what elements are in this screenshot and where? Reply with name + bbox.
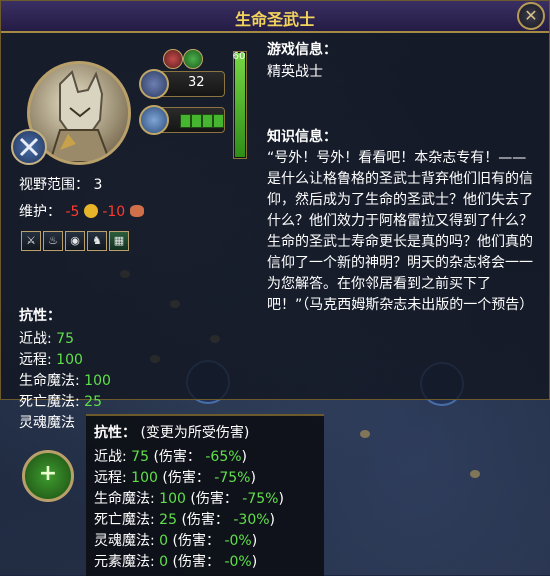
map-settlement (360, 430, 370, 438)
tooltip-damage-value: -75% (214, 470, 251, 486)
tooltip-damage-value: -75% (242, 491, 279, 507)
tooltip-damage-value: -30% (233, 512, 270, 528)
tooltip-resist-row: 死亡魔法: 25 (伤害： -30%) (94, 509, 275, 529)
ability-grid-icon[interactable]: ▦ (109, 231, 129, 251)
unit-name-title: 生命圣武士 (234, 12, 315, 29)
defense-pip (191, 114, 202, 128)
resist-row: 生命魔法: 100 (19, 370, 111, 390)
ability-eye-icon[interactable]: ◉ (65, 231, 85, 251)
tooltip-close-paren: ) (241, 449, 248, 465)
food-icon (129, 205, 144, 217)
tooltip-resist-value: 25 (159, 512, 177, 528)
shield-icon (139, 105, 169, 135)
trait-leaf-icon[interactable] (183, 49, 203, 69)
view-range-value: 3 (93, 177, 103, 193)
tooltip-resist-name: 死亡魔法: (94, 512, 160, 528)
tooltip-damage-value: -65% (205, 449, 242, 465)
tooltip-damage-label: (伤害： (168, 554, 225, 570)
tooltip-damage-value: -0% (224, 554, 252, 570)
tooltip-resist-row: 近战: 75 (伤害： -65%) (94, 446, 247, 466)
resist-name: 灵魂魔法 (19, 415, 75, 431)
gold-coin-icon (83, 204, 98, 218)
tooltip-resist-value: 100 (159, 491, 186, 507)
lore-heading: 知识信息： (267, 129, 337, 145)
game-info-value: 精英战士 (267, 64, 323, 80)
resist-row: 远程: 100 (19, 349, 83, 369)
tooltip-resist-value: 100 (131, 470, 158, 486)
tooltip-heading: 抗性： (94, 425, 136, 441)
upkeep-food-value: -10 (102, 204, 126, 220)
tooltip-damage-label: (伤害： (168, 533, 225, 549)
tooltip-damage-label: (伤害： (185, 491, 243, 507)
tooltip-resist-row: 生命魔法: 100 (伤害： -75%) (94, 488, 284, 508)
title-bar: 生命圣武士 ✕ (1, 1, 549, 33)
tooltip-subheading: (变更为所受伤害) (140, 425, 250, 441)
tooltip-damage-label: (伤害： (149, 449, 206, 465)
defense-pip (180, 114, 191, 128)
tooltip-damage-label: (伤害： (157, 470, 215, 486)
ability-beast-icon[interactable]: ♞ (87, 231, 107, 251)
view-range: 视野范围： 3 (19, 174, 102, 194)
resist-value: 100 (84, 373, 111, 389)
tooltip-close-paren: ) (278, 491, 284, 507)
tooltip-resist-name: 远程: (94, 470, 132, 486)
resist-name: 近战: (19, 331, 57, 347)
game-info-heading: 游戏信息： (267, 42, 337, 58)
tooltip-resist-name: 灵魂魔法: (94, 533, 160, 549)
heal-button[interactable]: + (22, 450, 74, 502)
trait-skull-icon[interactable] (163, 49, 183, 69)
view-range-label: 视野范围： (19, 177, 89, 193)
plus-icon: + (38, 461, 58, 486)
tooltip-resist-value: 75 (131, 449, 149, 465)
tooltip-close-paren: ) (250, 470, 256, 486)
ability-flame-icon[interactable]: ♨ (43, 231, 63, 251)
resist-row: 灵魂魔法 (19, 412, 75, 432)
resist-value: 25 (84, 394, 102, 410)
tooltip-resist-value: 0 (159, 533, 169, 549)
experience-bar (233, 51, 247, 159)
experience-fill (235, 53, 245, 157)
resist-heading: 抗性： (19, 308, 61, 324)
sword-icon (139, 69, 169, 99)
map-settlement (470, 470, 480, 478)
upkeep-gold-value: -5 (65, 204, 80, 220)
tooltip-resist-name: 元素魔法: (94, 554, 160, 570)
resist-value: 100 (56, 352, 83, 368)
tooltip-header: 抗性： (变更为所受伤害) (94, 422, 249, 442)
tooltip-close-paren: ) (251, 533, 258, 549)
tooltip-damage-label: (伤害： (177, 512, 234, 528)
resistance-tooltip: 抗性： (变更为所受伤害) 近战: 75 (伤害： -65%) 远程: 100 (… (86, 414, 324, 576)
resist-name: 远程: (19, 352, 57, 368)
resist-row: 死亡魔法: 25 (19, 391, 102, 411)
tooltip-damage-value: -0% (224, 533, 252, 549)
tooltip-resist-name: 近战: (94, 449, 132, 465)
tooltip-resist-name: 生命魔法: (94, 491, 160, 507)
attack-value: 32 (188, 75, 205, 90)
resist-name: 生命魔法: (19, 373, 85, 389)
close-icon[interactable]: ✕ (517, 2, 545, 30)
defense-pip (202, 114, 213, 128)
upkeep: 维护： -5 -10 (19, 201, 144, 221)
resist-value: 75 (56, 331, 74, 347)
upkeep-label: 维护： (19, 204, 61, 220)
defense-pip (213, 114, 224, 128)
tooltip-resist-row: 元素魔法: 0 (伤害： -0%) (94, 551, 257, 571)
tooltip-resist-value: 0 (159, 554, 169, 570)
tooltip-resist-row: 灵魂魔法: 0 (伤害： -0%) (94, 530, 257, 550)
resist-name: 死亡魔法: (19, 394, 85, 410)
crossed-swords-icon (19, 137, 39, 157)
unit-class-badge[interactable] (11, 129, 47, 165)
tooltip-resist-row: 远程: 100 (伤害： -75%) (94, 467, 256, 487)
lore-text: “号外！号外！看看吧！本杂志专有！——是什么让格鲁格的圣武士背弃他们旧有的信仰，… (267, 150, 534, 313)
ability-sword-icon[interactable]: ⚔ (21, 231, 41, 251)
tooltip-close-paren: ) (251, 554, 258, 570)
resist-row: 近战: 75 (19, 328, 74, 348)
unit-info-panel: 生命圣武士 ✕ 32 60 视野范围： 3 维护： -5 -10 ⚔ ♨ ◉ ♞… (0, 0, 550, 431)
unit-level: 60 (232, 51, 246, 62)
tooltip-close-paren: ) (269, 512, 276, 528)
